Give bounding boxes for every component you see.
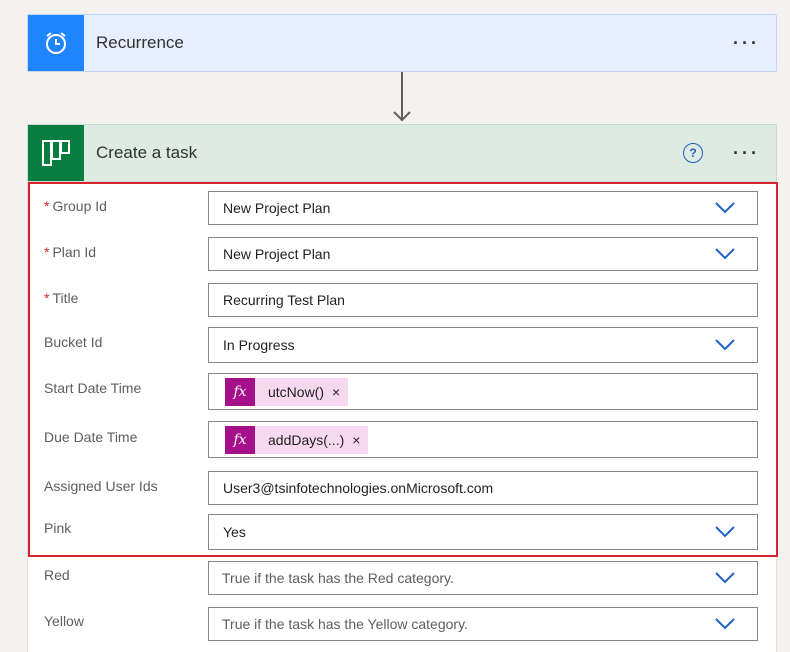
yellow-dropdown[interactable]: True if the task has the Yellow category… <box>208 607 758 641</box>
yellow-label: Yellow <box>44 613 84 629</box>
create-task-more-button[interactable]: ··· <box>733 143 760 164</box>
recurrence-title: Recurrence <box>96 33 184 52</box>
chevron-down-icon[interactable] <box>715 572 735 584</box>
recurrence-card[interactable]: Recurrence ··· <box>27 14 777 72</box>
red-dropdown[interactable]: True if the task has the Red category. <box>208 561 758 595</box>
red-label: Red <box>44 567 70 583</box>
yellow-row: Yellow True if the task has the Yellow c… <box>44 607 759 643</box>
red-row: Red True if the task has the Red categor… <box>44 561 759 597</box>
create-task-header[interactable]: Create a task ? ··· <box>27 124 777 182</box>
highlight-frame <box>28 182 778 557</box>
alarm-clock-icon <box>28 15 84 71</box>
create-task-title: Create a task <box>96 143 198 162</box>
recurrence-more-button[interactable]: ··· <box>733 33 760 54</box>
help-icon[interactable]: ? <box>683 143 704 163</box>
arrow-down-icon <box>393 72 411 122</box>
chevron-down-icon[interactable] <box>715 618 735 630</box>
planner-icon <box>28 125 84 181</box>
